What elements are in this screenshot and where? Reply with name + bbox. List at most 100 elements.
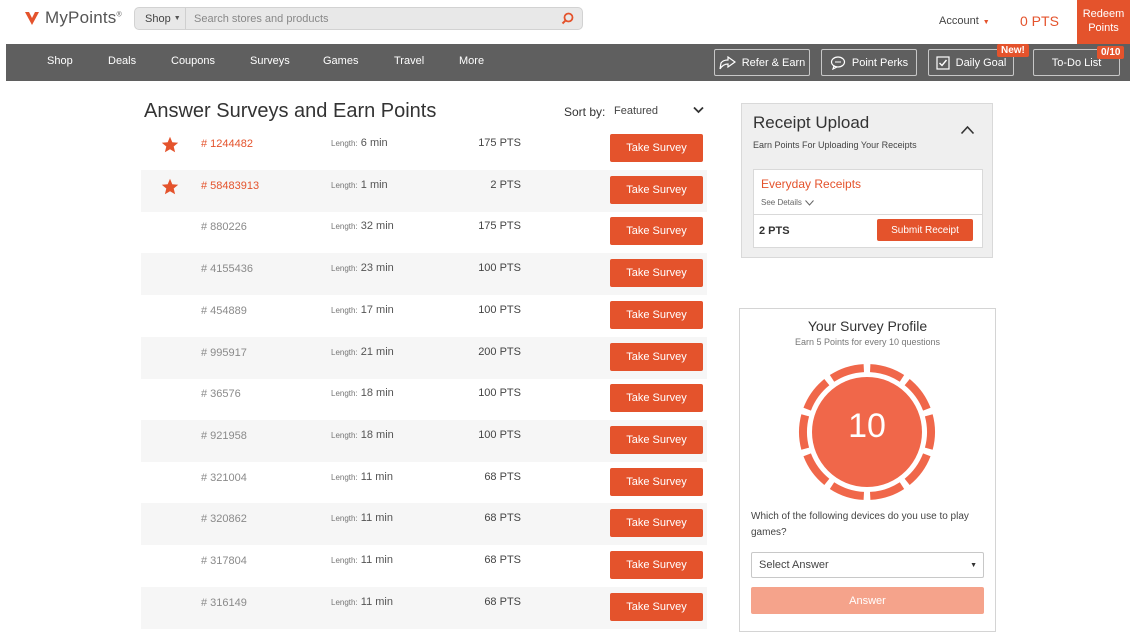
nav-more[interactable]: More: [459, 55, 484, 67]
take-survey-button[interactable]: Take Survey: [610, 384, 703, 413]
receipt-offer-name[interactable]: Everyday Receipts: [761, 177, 861, 191]
survey-row: # 58483913 Length: 1 min 2 PTS Take Surv…: [141, 169, 707, 212]
sort-label: Sort by:: [564, 105, 606, 119]
length-label: Length:: [331, 389, 358, 399]
survey-id: # 454889: [201, 304, 247, 317]
top-header: MyPoints® Shop▼ Account ▼ 0 PTS Redeem P…: [0, 0, 1130, 44]
length-value: 21 min: [360, 345, 394, 358]
nav-travel[interactable]: Travel: [394, 55, 424, 67]
see-details-label: See Details: [761, 198, 802, 207]
length-value: 11 min: [360, 595, 393, 608]
length-value: 32 min: [360, 220, 394, 233]
take-survey-button[interactable]: Take Survey: [610, 592, 703, 621]
survey-length: Length: 1 min: [331, 179, 388, 191]
answer-button[interactable]: Answer: [751, 587, 984, 614]
refer-earn-button[interactable]: Refer & Earn: [714, 49, 810, 76]
survey-length: Length: 17 min: [331, 304, 394, 316]
divider: [754, 214, 982, 215]
survey-points: 175 PTS: [478, 220, 521, 233]
profile-progress-value: 10: [848, 407, 886, 445]
redeem-points-button[interactable]: Redeem Points: [1077, 0, 1130, 44]
survey-id: # 880226: [201, 221, 247, 234]
todo-list-label: To-Do List: [1051, 56, 1102, 69]
take-survey-button[interactable]: Take Survey: [610, 175, 703, 204]
see-details-link[interactable]: See Details: [761, 198, 814, 207]
checkbox-icon: [936, 55, 950, 70]
points-balance[interactable]: 0 PTS: [1020, 13, 1059, 29]
length-value: 18 min: [360, 428, 394, 441]
main-nav: Shop Deals Coupons Surveys Games Travel …: [6, 44, 1130, 81]
take-survey-button[interactable]: Take Survey: [610, 467, 703, 496]
shop-dropdown[interactable]: Shop ▼: [135, 8, 186, 29]
redeem-label-1: Redeem: [1082, 8, 1125, 20]
logo[interactable]: MyPoints®: [24, 8, 122, 28]
page-title: Answer Surveys and Earn Points: [144, 100, 437, 122]
survey-length: Length: 32 min: [331, 220, 394, 232]
length-value: 23 min: [360, 262, 394, 275]
nav-shop[interactable]: Shop: [47, 55, 73, 67]
survey-points: 100 PTS: [478, 387, 521, 400]
nav-games[interactable]: Games: [323, 55, 358, 67]
caret-down-icon: ▼: [970, 562, 977, 569]
new-badge: New!: [997, 44, 1029, 57]
take-survey-button[interactable]: Take Survey: [610, 425, 703, 454]
account-menu[interactable]: Account ▼: [939, 15, 990, 27]
survey-points: 100 PTS: [478, 303, 521, 316]
nav-coupons[interactable]: Coupons: [171, 55, 215, 67]
chevron-down-icon: [805, 199, 814, 206]
receipt-points: 2 PTS: [759, 225, 790, 237]
answer-select[interactable]: Select Answer ▼: [751, 552, 984, 578]
length-label: Length:: [331, 180, 358, 190]
survey-id: # 317804: [201, 555, 247, 567]
nav-deals[interactable]: Deals: [108, 55, 136, 67]
take-survey-button[interactable]: Take Survey: [610, 134, 703, 162]
chevron-up-icon[interactable]: [960, 125, 975, 135]
survey-id: # 316149: [201, 596, 247, 609]
daily-goal-label: Daily Goal: [955, 56, 1007, 69]
chevron-down-icon[interactable]: [693, 106, 704, 114]
survey-points: 200 PTS: [478, 345, 521, 358]
take-survey-button[interactable]: Take Survey: [610, 551, 703, 579]
survey-points: 100 PTS: [478, 262, 521, 275]
profile-question: Which of the following devices do you us…: [751, 511, 969, 538]
length-value: 11 min: [360, 470, 393, 483]
survey-row: # 4155436 Length: 23 min 100 PTS Take Su…: [141, 253, 707, 296]
length-label: Length:: [331, 264, 358, 274]
redeem-label-2: Points: [1088, 22, 1119, 34]
survey-profile-card: Your Survey Profile Earn 5 Points for ev…: [739, 308, 996, 632]
survey-id: # 36576: [201, 388, 241, 401]
survey-row: # 454889 Length: 17 min 100 PTS Take Sur…: [141, 295, 707, 337]
survey-id: # 995917: [201, 346, 247, 359]
share-arrow-icon: [719, 55, 736, 69]
take-survey-button[interactable]: Take Survey: [610, 342, 703, 371]
logo-text: MyPoints®: [45, 8, 122, 27]
survey-id: # 1244482: [201, 138, 253, 150]
caret-down-icon: ▼: [173, 15, 181, 22]
survey-row: # 36576 Length: 18 min 100 PTS Take Surv…: [141, 378, 707, 420]
take-survey-button[interactable]: Take Survey: [610, 217, 703, 246]
star-icon: [161, 178, 179, 194]
receipt-subtitle: Earn Points For Uploading Your Receipts: [753, 140, 917, 150]
search-icon[interactable]: [556, 8, 578, 30]
submit-receipt-button[interactable]: Submit Receipt: [877, 219, 973, 241]
take-survey-button[interactable]: Take Survey: [610, 300, 703, 329]
take-survey-button[interactable]: Take Survey: [610, 509, 703, 538]
survey-length: Length: 21 min: [331, 346, 394, 358]
length-value: 11 min: [360, 554, 393, 566]
point-perks-button[interactable]: Point Perks: [821, 49, 917, 76]
survey-id: # 58483913: [201, 179, 260, 192]
search-input[interactable]: [186, 8, 556, 29]
sort-dropdown[interactable]: Featured: [614, 105, 658, 117]
survey-length: Length: 18 min: [331, 387, 394, 399]
length-label: Length:: [331, 347, 358, 357]
take-survey-button[interactable]: Take Survey: [610, 259, 703, 288]
survey-row: # 321004 Length: 11 min 68 PTS Take Surv…: [141, 462, 707, 504]
survey-points: 175 PTS: [478, 137, 521, 149]
nav-surveys[interactable]: Surveys: [250, 55, 290, 67]
survey-points: 68 PTS: [484, 470, 521, 483]
survey-row: # 1244482 Length: 6 min 175 PTS Take Sur…: [141, 128, 707, 170]
survey-id: # 320862: [201, 513, 247, 526]
survey-points: 68 PTS: [484, 595, 521, 608]
length-label: Length:: [331, 556, 358, 565]
survey-id: # 321004: [201, 471, 247, 484]
